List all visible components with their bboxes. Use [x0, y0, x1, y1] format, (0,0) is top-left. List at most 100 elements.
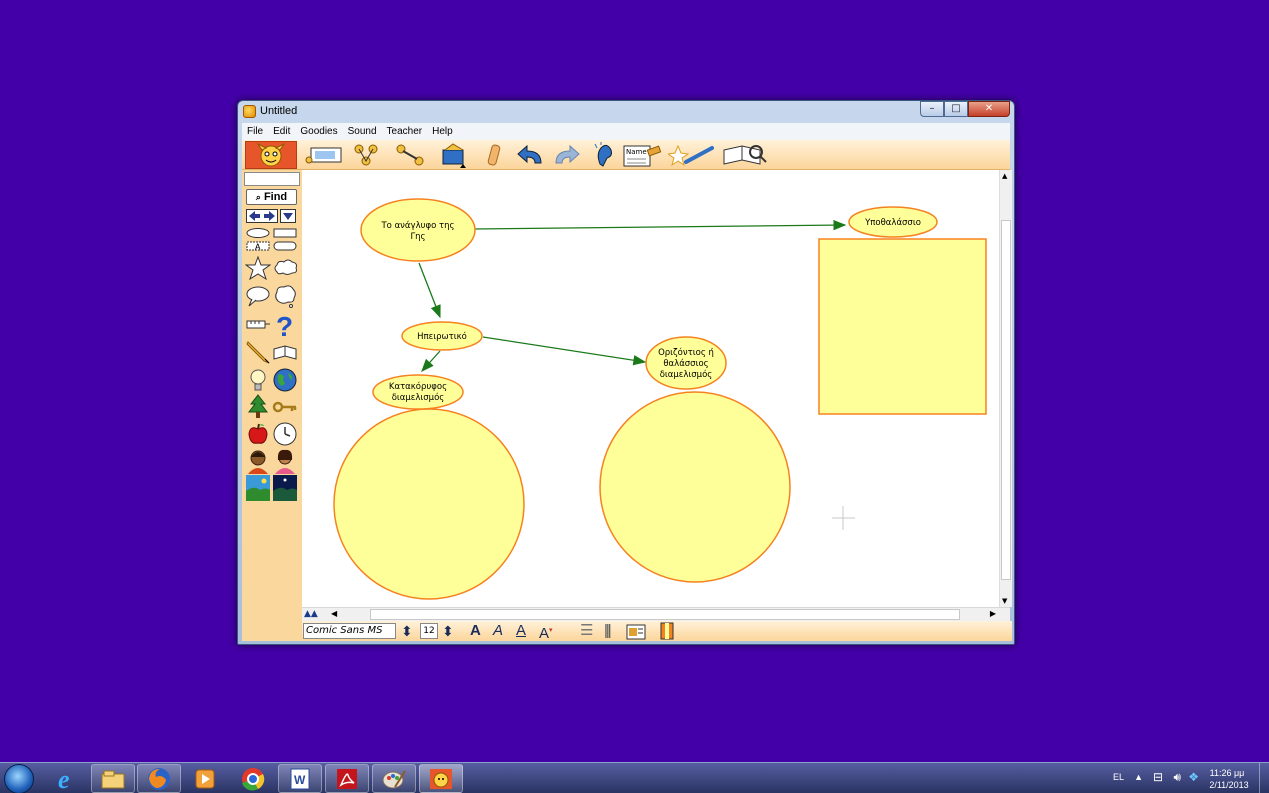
node-relief[interactable]: Το ανάγλυφο της Γης	[360, 198, 476, 262]
link-continental-to-horizontal[interactable]	[482, 336, 647, 366]
key-icon[interactable]	[272, 394, 298, 420]
mascot-icon[interactable]	[245, 141, 297, 169]
apple-icon[interactable]	[245, 421, 271, 447]
columns-icon[interactable]: |||	[604, 622, 612, 640]
tree-icon[interactable]	[245, 394, 271, 420]
ie-icon[interactable]: e	[46, 764, 90, 793]
node-seabed[interactable]: Υποθαλάσσιο	[848, 206, 938, 238]
globe-icon[interactable]	[272, 367, 298, 393]
network-icon[interactable]: ⊟	[1153, 770, 1163, 784]
kidspiration-icon[interactable]	[419, 764, 463, 793]
word-icon[interactable]: W	[278, 764, 322, 793]
show-hidden-icons-icon[interactable]: ▲	[1134, 772, 1143, 782]
arrange-icon[interactable]	[350, 142, 382, 168]
maximize-button[interactable]: □	[944, 101, 968, 117]
dropbox-icon[interactable]: ❖	[1188, 770, 1199, 784]
volume-icon[interactable]: 🔊︎	[1173, 770, 1181, 785]
ruler-icon[interactable]	[245, 312, 271, 336]
prev-next-arrows-icon[interactable]	[246, 209, 278, 223]
size-up-down-icon[interactable]: ⬍	[442, 622, 454, 640]
speech-bubble-icon[interactable]	[245, 283, 271, 309]
clock-icon[interactable]	[272, 421, 298, 447]
paint-icon[interactable]	[372, 764, 416, 793]
rounded-rectangle-shape-icon[interactable]	[272, 240, 298, 252]
diagram-canvas[interactable]: Το ανάγλυφο της Γης Υποθαλάσσιο Ηπειρωτι…	[302, 170, 999, 607]
night-landscape-icon[interactable]	[272, 475, 298, 501]
open-book-icon[interactable]	[272, 339, 298, 365]
chrome-icon[interactable]	[231, 764, 275, 793]
rectangle-shape-icon[interactable]	[272, 227, 298, 239]
align-icon[interactable]: ☰	[580, 622, 593, 640]
seabed-rectangle-shape[interactable]	[818, 238, 987, 415]
scroll-up-arrow-icon[interactable]: ▲	[1002, 172, 1007, 180]
minimize-button[interactable]: –	[920, 101, 944, 117]
menu-sound[interactable]: Sound	[343, 126, 382, 137]
light-bulb-icon[interactable]	[245, 367, 271, 393]
sparkle-icon[interactable]	[668, 142, 714, 168]
link-icon[interactable]	[392, 142, 428, 168]
boy-icon[interactable]	[245, 448, 271, 474]
show-desktop-button[interactable]	[1259, 763, 1269, 793]
font-up-down-icon[interactable]: ⬍	[401, 622, 413, 640]
vertical-scrollbar[interactable]: ▲ ▼	[999, 170, 1012, 607]
picture-text-icon[interactable]	[626, 622, 646, 640]
menu-edit[interactable]: Edit	[268, 126, 295, 137]
link-relief-to-continental[interactable]	[418, 262, 441, 319]
notes-icon[interactable]	[722, 142, 768, 168]
scroll-right-arrow-icon[interactable]: ▶	[990, 609, 996, 618]
horizontal-circle-shape[interactable]	[599, 391, 791, 583]
horizontal-scroll-thumb[interactable]	[370, 609, 960, 620]
name-tag-icon[interactable]: Name	[622, 142, 662, 168]
language-indicator[interactable]: EL	[1113, 772, 1124, 782]
text-box-icon[interactable]: A	[245, 240, 271, 252]
acrobat-icon[interactable]	[325, 764, 369, 793]
zoom-mountains-icon[interactable]: ▲▲	[304, 609, 318, 619]
girl-icon[interactable]	[272, 448, 298, 474]
start-button[interactable]	[4, 764, 34, 793]
font-name-field[interactable]: Comic Sans MS	[303, 623, 396, 639]
clock-time[interactable]: 11:26 μμ	[1205, 768, 1249, 778]
find-button[interactable]: ⌕ Find	[246, 189, 297, 205]
underline-icon[interactable]: A	[516, 622, 526, 640]
clock-date[interactable]: 2/11/2013	[1205, 780, 1253, 790]
text-color-icon[interactable]: A▾	[539, 622, 553, 642]
star-icon[interactable]	[245, 256, 271, 280]
day-landscape-icon[interactable]	[245, 475, 271, 501]
title-bar[interactable]: Untitled – □ ✕	[238, 101, 1014, 123]
vertical-scroll-thumb[interactable]	[1001, 220, 1011, 580]
node-horizontal[interactable]: Οριζόντιος ή θαλάσσιος διαμελισμός	[645, 336, 727, 390]
menu-file[interactable]: File	[242, 126, 268, 137]
oval-shape-icon[interactable]	[245, 227, 271, 239]
italic-icon[interactable]: A	[493, 622, 503, 640]
menu-goodies[interactable]: Goodies	[295, 126, 342, 137]
undo-icon[interactable]	[514, 142, 548, 168]
picture-icon[interactable]	[304, 142, 346, 168]
link-continental-to-vertical[interactable]	[421, 350, 441, 372]
media-player-icon[interactable]	[183, 764, 227, 793]
horizontal-scrollbar[interactable]: ▲▲ ◀ ▶	[302, 607, 1010, 621]
symbol-box-icon[interactable]	[438, 142, 470, 168]
listen-icon[interactable]	[592, 142, 616, 168]
palette-menu-arrow-icon[interactable]	[280, 209, 296, 223]
link-relief-to-seabed[interactable]	[474, 219, 847, 231]
menu-teacher[interactable]: Teacher	[382, 126, 428, 137]
bold-icon[interactable]: A	[470, 622, 481, 640]
scroll-down-arrow-icon[interactable]: ▼	[1002, 597, 1007, 605]
font-size-field[interactable]: 12	[420, 623, 438, 639]
thought-bubble-icon[interactable]	[272, 283, 298, 309]
firefox-icon[interactable]	[137, 764, 181, 793]
node-continental[interactable]: Ηπειρωτικό	[401, 321, 483, 351]
eraser-icon[interactable]	[486, 142, 502, 168]
menu-help[interactable]: Help	[427, 126, 458, 137]
close-button[interactable]: ✕	[968, 101, 1010, 117]
color-swatch-icon[interactable]	[660, 622, 674, 640]
redo-icon[interactable]	[550, 142, 582, 168]
vertical-circle-shape[interactable]	[333, 408, 525, 600]
symbol-search-input[interactable]	[244, 172, 300, 186]
question-mark-icon[interactable]: ?	[272, 312, 298, 338]
node-vertical[interactable]: Κατακόρυφος διαμελισμός	[372, 374, 464, 410]
scroll-left-arrow-icon[interactable]: ◀	[331, 609, 337, 618]
explorer-icon[interactable]	[91, 764, 135, 793]
pencil-icon[interactable]	[245, 339, 271, 365]
cloud-shape-icon[interactable]	[272, 256, 298, 280]
